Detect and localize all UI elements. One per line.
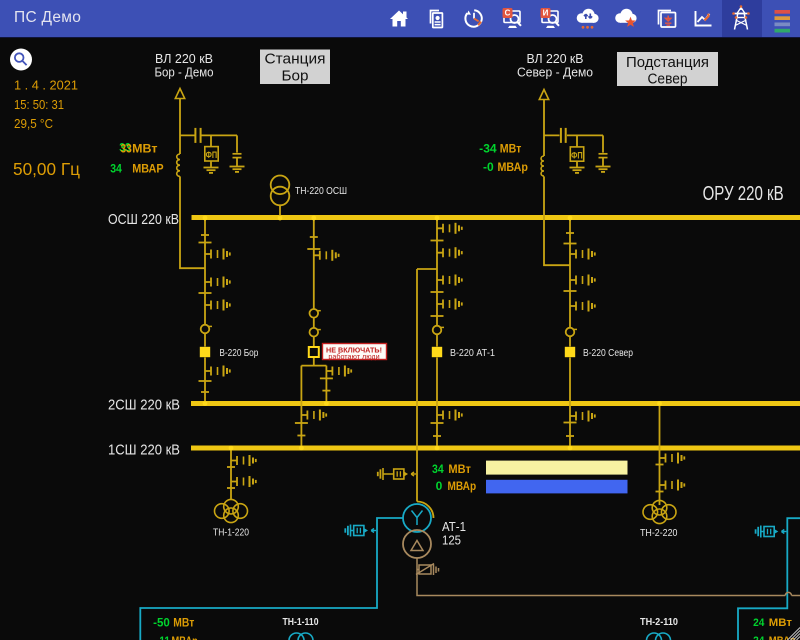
svg-text:2СШ 220 кВ: 2СШ 220 кВ	[108, 397, 180, 414]
svg-text:34: 34	[432, 462, 444, 476]
svg-text:ТН-1-220: ТН-1-220	[213, 527, 249, 539]
svg-text:Станция: Станция	[265, 51, 326, 68]
svg-text:МВт: МВт	[132, 142, 157, 156]
svg-text:МВАр: МВАр	[172, 634, 198, 640]
svg-text:15: 50: 31: 15: 50: 31	[14, 97, 64, 112]
svg-text:50,00 Гц: 50,00 Гц	[13, 159, 80, 179]
svg-text:МВт: МВт	[173, 616, 194, 630]
svg-text:И: И	[543, 9, 549, 18]
svg-text:В-220 АТ-1: В-220 АТ-1	[450, 347, 495, 359]
svg-text:-50: -50	[153, 616, 170, 630]
svg-text:-11: -11	[156, 634, 170, 640]
svg-text:ТН-2-110: ТН-2-110	[640, 616, 678, 628]
svg-text:125: 125	[442, 534, 461, 548]
svg-text:ТН-220 ОСШ: ТН-220 ОСШ	[295, 186, 347, 197]
svg-text:Подстанция: Подстанция	[626, 54, 709, 71]
svg-text:МВт: МВт	[769, 617, 793, 629]
svg-text:33: 33	[121, 142, 133, 156]
svg-text:АТ-1: АТ-1	[442, 520, 466, 534]
svg-text:МВАР: МВАР	[132, 162, 163, 176]
svg-text:ОСШ 220 кВ: ОСШ 220 кВ	[108, 211, 179, 228]
svg-text:работают люди: работают люди	[328, 352, 379, 361]
svg-text:ФП: ФП	[571, 150, 583, 161]
svg-text:Север: Север	[648, 71, 688, 88]
svg-text:В-220 Бор: В-220 Бор	[219, 347, 258, 359]
svg-text:В-220 Север: В-220 Север	[583, 347, 633, 359]
svg-text:МВт: МВт	[500, 142, 522, 156]
svg-text:МВт: МВт	[448, 462, 471, 476]
svg-text:1 . 4 . 2021: 1 . 4 . 2021	[14, 78, 78, 93]
svg-text:Бор - Демо: Бор - Демо	[155, 65, 214, 80]
svg-text:МВАр: МВАр	[498, 160, 528, 174]
svg-text:ФП: ФП	[206, 150, 218, 161]
svg-text:24: 24	[753, 635, 765, 640]
svg-text:24: 24	[753, 617, 765, 629]
svg-text:ТН-2-220: ТН-2-220	[640, 527, 678, 539]
svg-text:МВАр: МВАр	[448, 479, 477, 493]
svg-text:Север - Демо: Север - Демо	[517, 64, 593, 79]
svg-text:-34: -34	[479, 142, 497, 156]
svg-text:29,5 °C: 29,5 °C	[14, 116, 53, 131]
svg-text:0: 0	[436, 479, 443, 493]
svg-text:С: С	[505, 9, 511, 18]
svg-text:34: 34	[110, 162, 122, 176]
svg-text:-0: -0	[483, 160, 494, 174]
svg-text:ТН-1-110: ТН-1-110	[283, 616, 319, 628]
svg-text:Бор: Бор	[282, 68, 309, 85]
svg-text:ОРУ 220 кВ: ОРУ 220 кВ	[703, 183, 784, 205]
svg-text:1СШ 220 кВ: 1СШ 220 кВ	[108, 442, 180, 459]
